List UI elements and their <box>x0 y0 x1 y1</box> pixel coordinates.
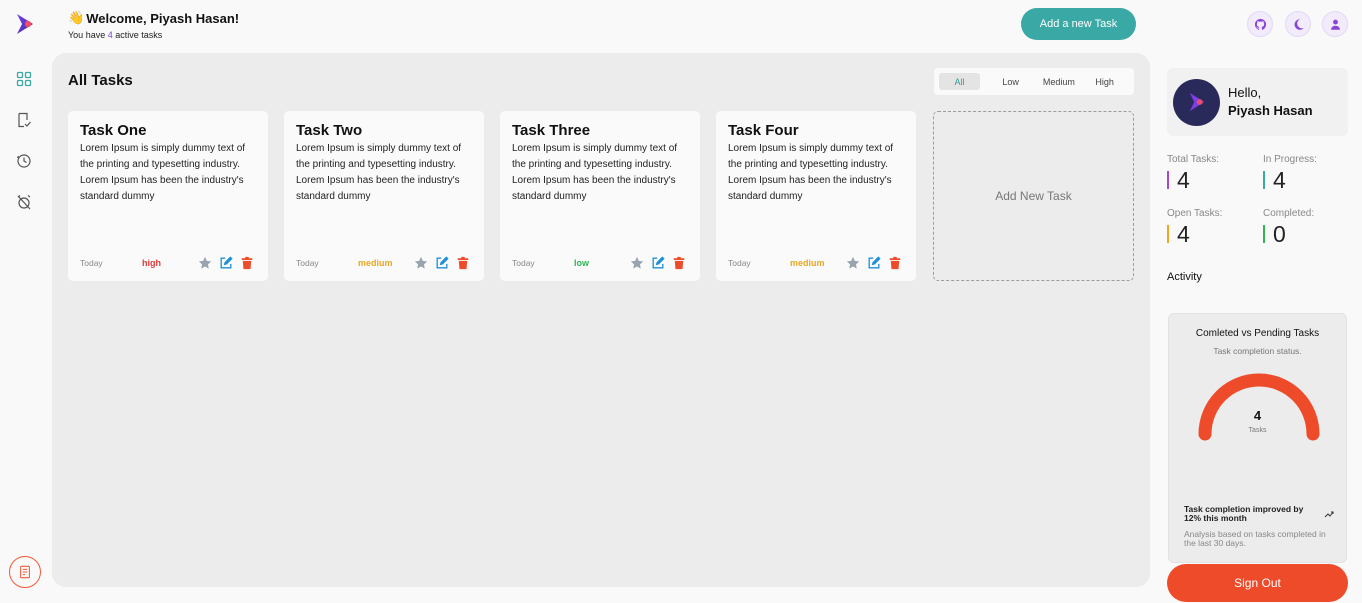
clock-icon[interactable] <box>14 151 34 171</box>
filter-tab-low[interactable]: Low <box>984 73 1038 90</box>
alarm-off-icon[interactable] <box>14 192 34 212</box>
edit-icon[interactable] <box>867 256 881 270</box>
app-logo[interactable] <box>14 12 36 36</box>
task-card[interactable]: Task Two Lorem Ipsum is simply dummy tex… <box>284 111 484 281</box>
trend-text: Task completion improved by 12% this mon… <box>1184 504 1304 523</box>
activity-heading: Activity <box>1167 271 1202 283</box>
greeting-text: Hello, <box>1228 85 1262 100</box>
trash-icon[interactable] <box>672 256 686 270</box>
stat-label: In Progress: <box>1263 154 1317 165</box>
task-actions <box>846 256 902 270</box>
welcome-text: Welcome, Piyash Hasan! <box>86 10 240 26</box>
welcome-block: 👋 Welcome, Piyash Hasan! You have 4 acti… <box>68 10 239 40</box>
task-description: Lorem Ipsum is simply dummy text of the … <box>296 143 462 202</box>
page-title: All Tasks <box>68 72 133 89</box>
chart-subtitle: Task completion status. <box>1213 346 1302 356</box>
task-actions <box>630 256 686 270</box>
active-tasks-summary: You have 4 active tasks <box>68 30 239 40</box>
profile-name: Piyash Hasan <box>1228 103 1313 118</box>
sign-out-button[interactable]: Sign Out <box>1167 564 1348 602</box>
task-description: Lorem Ipsum is simply dummy text of the … <box>512 143 678 202</box>
star-icon[interactable] <box>846 256 860 270</box>
github-icon[interactable] <box>1247 11 1273 37</box>
task-footer: Today low <box>512 256 686 270</box>
gauge-value: 4 <box>1253 408 1262 423</box>
filter-tab-all[interactable]: All <box>939 73 980 90</box>
stat-label: Open Tasks: <box>1167 208 1223 219</box>
stat-total-tasks: Total Tasks: 4 <box>1167 154 1253 193</box>
task-description: Lorem Ipsum is simply dummy text of the … <box>728 143 894 202</box>
edit-icon[interactable] <box>435 256 449 270</box>
task-title: Task Two <box>296 122 363 139</box>
moon-icon[interactable] <box>1285 11 1311 37</box>
task-priority: medium <box>790 258 825 268</box>
task-priority: medium <box>358 258 393 268</box>
stat-completed: Completed: 0 <box>1263 208 1349 247</box>
task-priority: high <box>142 258 161 268</box>
task-card[interactable]: Task Three Lorem Ipsum is simply dummy t… <box>500 111 700 281</box>
task-title: Task Three <box>512 122 591 139</box>
task-priority: low <box>574 258 589 268</box>
chart-title: Comleted vs Pending Tasks <box>1195 328 1320 339</box>
add-new-task-card[interactable]: Add New Task <box>933 111 1134 281</box>
task-date: Today <box>512 258 535 268</box>
task-footer: Today medium <box>296 256 470 270</box>
tasks-panel: All Tasks All Low Medium High Task One L… <box>52 53 1150 587</box>
profile-card: Hello, Piyash Hasan <box>1167 68 1348 136</box>
stat-open-tasks: Open Tasks: 4 <box>1167 208 1253 247</box>
notes-icon[interactable] <box>9 556 41 588</box>
task-actions <box>198 256 254 270</box>
star-icon[interactable] <box>198 256 212 270</box>
gauge-arc <box>1198 373 1320 441</box>
tasks-icon[interactable] <box>14 110 34 130</box>
edit-icon[interactable] <box>219 256 233 270</box>
welcome-heading: 👋 Welcome, Piyash Hasan! <box>68 10 239 26</box>
filter-tab-high[interactable]: High <box>1080 73 1129 90</box>
stat-value: 4 <box>1177 167 1190 193</box>
stat-value: 4 <box>1177 221 1190 247</box>
profile-greeting: Hello, Piyash Hasan <box>1228 84 1313 120</box>
stat-bar <box>1263 225 1265 243</box>
trash-icon[interactable] <box>456 256 470 270</box>
active-suffix: active tasks <box>112 30 163 40</box>
avatar <box>1173 78 1220 126</box>
task-date: Today <box>728 258 751 268</box>
stat-value: 0 <box>1273 221 1286 247</box>
trending-up-icon <box>1324 511 1334 518</box>
stat-value: 4 <box>1273 167 1286 193</box>
task-footer: Today high <box>80 256 254 270</box>
star-icon[interactable] <box>630 256 644 270</box>
stat-label: Completed: <box>1263 208 1315 219</box>
edit-icon[interactable] <box>651 256 665 270</box>
add-task-button[interactable]: Add a new Task <box>1021 8 1136 40</box>
completion-chart-card: Comleted vs Pending Tasks Task completio… <box>1168 313 1347 563</box>
stat-in-progress: In Progress: 4 <box>1263 154 1349 193</box>
task-title: Task Four <box>728 122 799 139</box>
trash-icon[interactable] <box>888 256 902 270</box>
task-date: Today <box>296 258 319 268</box>
filter-tab-medium[interactable]: Medium <box>1037 73 1080 90</box>
task-description: Lorem Ipsum is simply dummy text of the … <box>80 143 246 202</box>
task-card[interactable]: Task Four Lorem Ipsum is simply dummy te… <box>716 111 916 281</box>
task-date: Today <box>80 258 103 268</box>
active-prefix: You have <box>68 30 108 40</box>
stat-label: Total Tasks: <box>1167 154 1220 165</box>
stat-bar <box>1167 171 1169 189</box>
star-icon[interactable] <box>414 256 428 270</box>
wave-emoji: 👋 <box>68 10 85 25</box>
task-title: Task One <box>80 122 147 139</box>
gauge-unit: Tasks <box>1248 427 1267 434</box>
priority-filter: All Low Medium High <box>934 68 1134 95</box>
stat-bar <box>1167 225 1169 243</box>
stat-bar <box>1263 171 1265 189</box>
task-card[interactable]: Task One Lorem Ipsum is simply dummy tex… <box>68 111 268 281</box>
user-icon[interactable] <box>1322 11 1348 37</box>
trend-note: Analysis based on tasks completed in the… <box>1184 529 1326 548</box>
dashboard-icon[interactable] <box>14 69 34 89</box>
task-actions <box>414 256 470 270</box>
trash-icon[interactable] <box>240 256 254 270</box>
task-footer: Today medium <box>728 256 902 270</box>
